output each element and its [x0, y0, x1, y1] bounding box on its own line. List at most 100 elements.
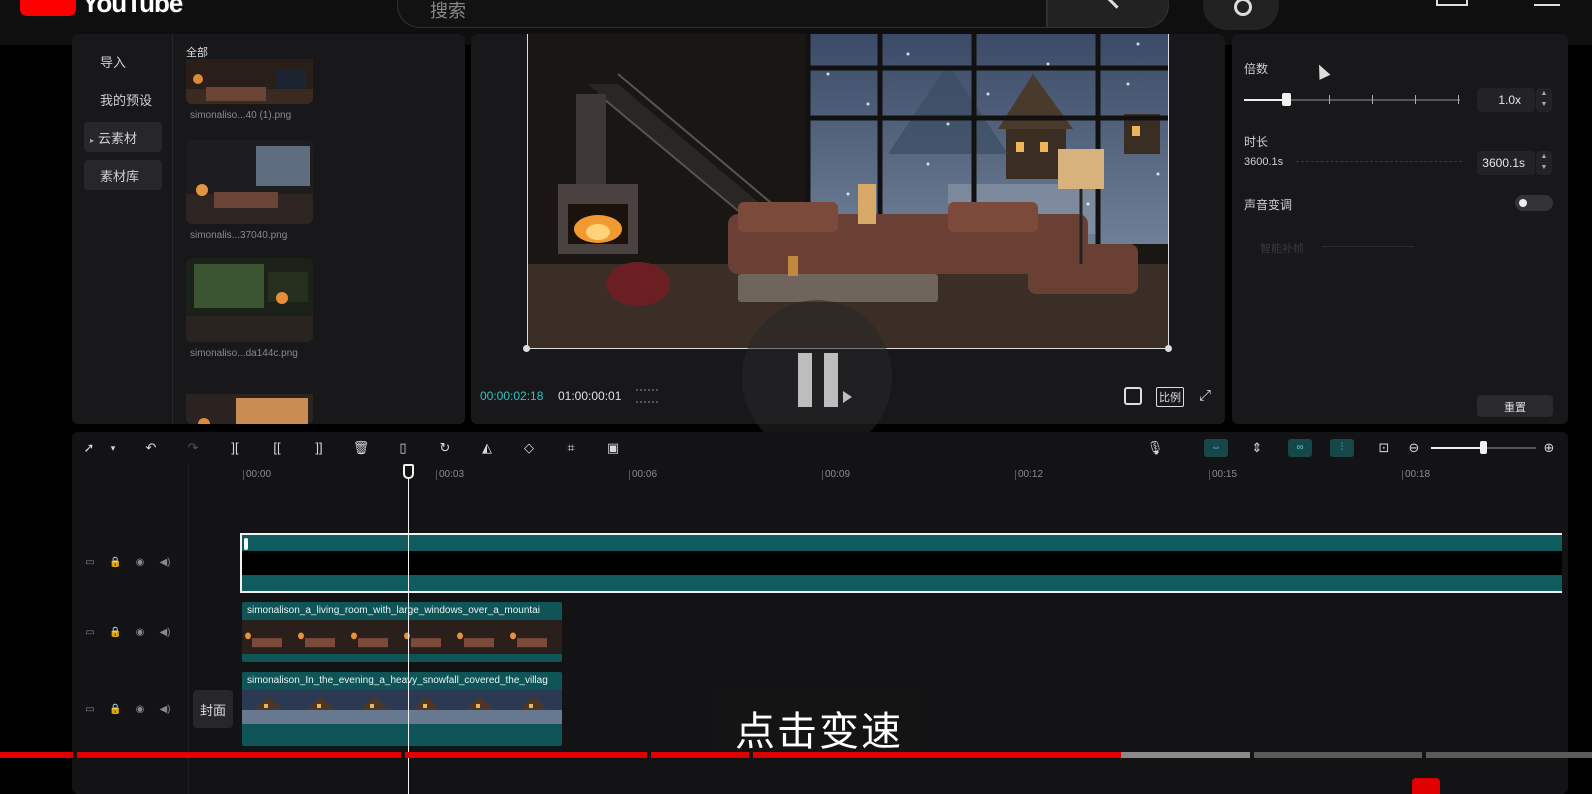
- rotate-icon[interactable]: ◇: [520, 439, 538, 457]
- ruler-mark: 00:00: [242, 469, 272, 480]
- sidebar-item-label: 云素材: [98, 131, 138, 146]
- mirror-icon[interactable]: ◭: [478, 439, 496, 457]
- video-preview[interactable]: [527, 34, 1169, 349]
- preview-axis-icon[interactable]: ⫶: [1330, 439, 1354, 457]
- preview-zoom-icon[interactable]: ⊡: [1375, 439, 1393, 457]
- microphone-icon[interactable]: [1203, 0, 1279, 30]
- playhead-handle[interactable]: [403, 464, 414, 479]
- main-track-magnet-icon[interactable]: ⇔: [1204, 439, 1228, 457]
- progress-chapter: [1254, 752, 1422, 758]
- fit-view-icon[interactable]: [1124, 387, 1142, 405]
- delete-icon[interactable]: 🗑: [352, 439, 370, 457]
- sidebar-item-label: 导入: [100, 55, 127, 70]
- eye-icon[interactable]: ◉: [134, 704, 146, 715]
- youtube-search-input[interactable]: 搜索: [397, 0, 1047, 28]
- speaker-icon[interactable]: ◀): [159, 627, 171, 638]
- select-cursor-icon[interactable]: ➚: [80, 439, 98, 457]
- ruler-mark: 00:12: [1014, 469, 1044, 480]
- split-left-icon[interactable]: [[: [268, 439, 286, 457]
- ruler-mark: 00:15: [1208, 469, 1238, 480]
- lock-icon[interactable]: 🔒: [109, 557, 121, 568]
- speaker-icon[interactable]: ◀): [159, 557, 171, 568]
- zoom-in-icon[interactable]: ⊕: [1540, 439, 1558, 457]
- timeline-clip[interactable]: simonalison_In_the_evening_a_heavy_snowf…: [242, 672, 562, 746]
- total-timecode: 01:00:00:01: [558, 389, 622, 403]
- youtube-badge-icon: [1412, 778, 1440, 794]
- crop-handle[interactable]: [1165, 345, 1172, 352]
- reverse-icon[interactable]: ↻: [436, 439, 454, 457]
- speed-input[interactable]: 1.0x: [1477, 88, 1535, 112]
- chevron-down-icon[interactable]: ▾: [104, 439, 122, 457]
- pitch-toggle[interactable]: [1515, 195, 1553, 211]
- track-video-icon[interactable]: ▭: [84, 704, 96, 715]
- redo-icon[interactable]: ↷: [184, 439, 202, 457]
- cover-button[interactable]: 封面: [193, 690, 233, 728]
- undo-icon[interactable]: ↶: [142, 439, 160, 457]
- media-thumbnail[interactable]: [186, 140, 313, 224]
- speed-slider-fill: [1244, 99, 1286, 101]
- pause-icon: [798, 353, 812, 407]
- auto-snap-icon[interactable]: ⇕: [1248, 439, 1266, 457]
- speed-stepper[interactable]: ▲ ▼: [1536, 88, 1552, 112]
- sidebar-item-asset-library[interactable]: 素材库: [84, 160, 162, 190]
- split-right-icon[interactable]: ]]: [310, 439, 328, 457]
- youtube-logo[interactable]: YouTube: [20, 0, 183, 19]
- eye-icon[interactable]: ◉: [134, 627, 146, 638]
- timeline-ruler[interactable]: [188, 466, 1568, 484]
- duration-stepper[interactable]: ▲ ▼: [1536, 151, 1552, 175]
- smart-fill-divider: [1322, 246, 1414, 247]
- clip-title: simonalison_a_living_room_with_large_win…: [247, 605, 540, 616]
- duration-original: 3600.1s: [1244, 156, 1284, 168]
- search-icon[interactable]: [1047, 0, 1169, 28]
- duration-input[interactable]: 3600.1s: [1477, 151, 1535, 175]
- progress-chapter: [1426, 752, 1592, 758]
- progress-buffered: [1121, 752, 1250, 758]
- ruler-mark: 00:06: [628, 469, 658, 480]
- media-thumbnail[interactable]: [186, 376, 313, 424]
- slider-tick: [1458, 95, 1459, 104]
- media-thumbnail[interactable]: [186, 46, 313, 104]
- reset-button[interactable]: 重置: [1477, 395, 1553, 417]
- zoom-out-icon[interactable]: ⊖: [1405, 439, 1423, 457]
- sidebar-item-import[interactable]: 导入: [84, 46, 162, 76]
- image-adjust-icon[interactable]: ▣: [604, 439, 622, 457]
- clip-trim-handle[interactable]: [244, 538, 248, 550]
- crop-handle[interactable]: [523, 345, 530, 352]
- track-controls: ▭ 🔒 ◉ ◀): [84, 557, 171, 568]
- split-icon[interactable]: ][: [226, 439, 244, 457]
- search-placeholder: 搜索: [430, 1, 466, 21]
- fullscreen-icon[interactable]: ⤢: [1199, 387, 1211, 404]
- lock-icon[interactable]: 🔒: [109, 704, 121, 715]
- selected-clip[interactable]: [240, 533, 1562, 593]
- lock-icon[interactable]: 🔒: [109, 627, 121, 638]
- clip-filmstrip: [242, 690, 562, 724]
- track-video-icon[interactable]: ▭: [84, 627, 96, 638]
- progress-chapter-played: [651, 752, 749, 758]
- waveform-icon[interactable]: [636, 389, 658, 403]
- youtube-logo-text: YouTube: [82, 0, 183, 18]
- speed-slider-knob[interactable]: [1282, 93, 1291, 106]
- record-mic-icon[interactable]: 🎙: [1146, 439, 1164, 457]
- crop-icon[interactable]: ⌗: [562, 439, 580, 457]
- eye-icon[interactable]: ◉: [134, 557, 146, 568]
- ratio-button[interactable]: 比例: [1156, 387, 1184, 407]
- link-icon[interactable]: ∞: [1288, 439, 1312, 457]
- media-thumbnail[interactable]: [186, 258, 313, 342]
- sidebar-item-my-presets[interactable]: 我的预设: [84, 84, 162, 114]
- slider-tick: [1329, 95, 1330, 104]
- create-icon[interactable]: [1436, 0, 1468, 6]
- caret-right-icon: ▸: [90, 136, 95, 145]
- track-header-divider: [188, 464, 189, 794]
- playhead[interactable]: [408, 470, 409, 794]
- zoom-slider-knob[interactable]: [1480, 441, 1487, 454]
- timeline-clip[interactable]: simonalison_a_living_room_with_large_win…: [242, 602, 562, 662]
- track-video-icon[interactable]: ▭: [84, 557, 96, 568]
- freeze-frame-icon[interactable]: ▯: [394, 439, 412, 457]
- sidebar-item-cloud-assets[interactable]: ▸ 云素材: [84, 122, 162, 152]
- sidebar-divider: [172, 34, 173, 424]
- speaker-icon[interactable]: ◀): [159, 704, 171, 715]
- media-file-name: simonalis...37040.png: [190, 230, 288, 241]
- clip-filmstrip: [242, 620, 562, 654]
- youtube-logo-icon: [20, 0, 76, 16]
- menu-icon[interactable]: [1534, 0, 1560, 6]
